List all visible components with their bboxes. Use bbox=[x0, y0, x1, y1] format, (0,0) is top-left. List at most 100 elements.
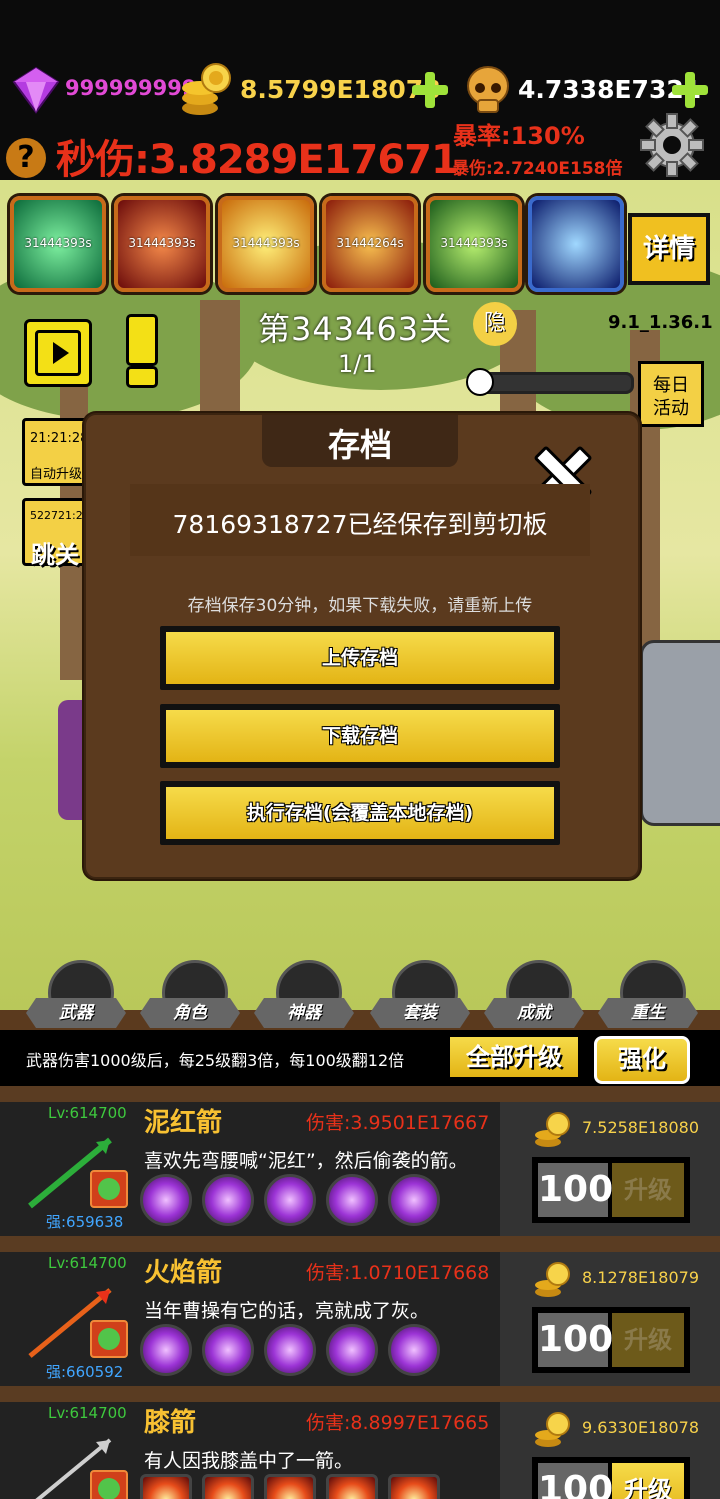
weapon-name: 火焰箭 bbox=[144, 1258, 223, 1288]
daily-label-2: 活动 bbox=[653, 398, 689, 419]
execute-save-button[interactable]: 执行存档(会覆盖本地存档) bbox=[160, 781, 560, 845]
gold-coin-icon bbox=[535, 1112, 570, 1147]
help-button[interactable]: ? bbox=[6, 138, 46, 178]
upgrade-quantity-button[interactable]: 100 bbox=[538, 1313, 613, 1367]
yin-yang-orb-icon[interactable] bbox=[388, 1324, 440, 1376]
weapon-strength: 强:660592 bbox=[46, 1363, 124, 1381]
download-save-label: 下载存档 bbox=[166, 710, 554, 762]
alert-exclamation-icon[interactable] bbox=[124, 314, 158, 388]
add-skull-button[interactable] bbox=[670, 70, 710, 110]
skip-stage-panel[interactable]: 522721:21 跳关 bbox=[22, 498, 92, 569]
hide-button[interactable]: 隐 bbox=[473, 302, 517, 346]
weapon-row: Lv:614700 强:659638 泥红箭 伤害:3.9501E17667 喜… bbox=[0, 1102, 720, 1236]
skill-slot-1[interactable]: 31444393s bbox=[10, 196, 106, 292]
daily-event-button[interactable]: 每日 活动 bbox=[638, 361, 704, 427]
crit-rate: 暴率:130% bbox=[453, 122, 585, 150]
weapon-description: 有人因我膝盖中了一箭。 bbox=[144, 1450, 354, 1472]
weapon-damage: 伤害:3.9501E17667 bbox=[306, 1112, 490, 1134]
hp-skull-icon bbox=[466, 368, 494, 396]
upgrade-button[interactable]: 升级 bbox=[612, 1463, 684, 1499]
skull-currency-icon bbox=[467, 66, 509, 113]
auto-upgrade-timer: 21:21:28 bbox=[30, 431, 89, 446]
weapon-row: Lv:614700 强:660592 火焰箭 伤害:1.0710E17668 当… bbox=[0, 1252, 720, 1386]
gem-socket-icon[interactable] bbox=[90, 1470, 128, 1499]
gem-socket-icon[interactable] bbox=[90, 1320, 128, 1358]
skill-slot-clock[interactable] bbox=[528, 196, 624, 292]
weapon-damage: 伤害:1.0710E17668 bbox=[306, 1262, 490, 1284]
yin-yang-orb-icon[interactable] bbox=[202, 1324, 254, 1376]
yin-yang-orb-icon[interactable] bbox=[264, 1174, 316, 1226]
play-icon bbox=[35, 330, 81, 376]
upgrade-panel: 8.1278E18079 100 升级 bbox=[500, 1252, 720, 1386]
skill-slot-4[interactable]: 31444264s bbox=[322, 196, 418, 292]
tab-sets[interactable]: 套装 bbox=[370, 960, 470, 1032]
upgrade-controls: 100 升级 bbox=[532, 1307, 690, 1373]
upgrade-quantity-button[interactable]: 100 bbox=[538, 1163, 613, 1217]
upgrade-cost: 7.5258E18080 bbox=[582, 1118, 699, 1137]
enhance-button[interactable]: 强化 bbox=[594, 1036, 690, 1084]
weapon-level: Lv:614700 bbox=[48, 1254, 127, 1272]
tab-achievements[interactable]: 成就 bbox=[484, 960, 584, 1032]
gold-coin-icon bbox=[535, 1412, 570, 1447]
execute-save-label: 执行存档(会覆盖本地存档) bbox=[166, 787, 554, 839]
upgrade-button[interactable]: 升级 bbox=[612, 1163, 684, 1217]
weapon-description: 当年曹操有它的话，亮就成了灰。 bbox=[144, 1300, 430, 1322]
auto-upgrade-label: 自动升级 bbox=[30, 467, 83, 482]
weapon-description: 喜欢先弯腰喊“泥红”，然后偷袭的箭。 bbox=[144, 1150, 468, 1172]
tab-weapons[interactable]: 武器 bbox=[26, 960, 126, 1032]
upgrade-all-button[interactable]: 全部升级 bbox=[450, 1037, 578, 1077]
row-separator bbox=[0, 1086, 720, 1102]
gem-socket-icon[interactable] bbox=[90, 1170, 128, 1208]
upgrade-quantity-button[interactable]: 100 bbox=[538, 1463, 613, 1499]
yin-yang-orb-icon[interactable] bbox=[326, 1324, 378, 1376]
skip-stage-label: 跳关 bbox=[31, 541, 79, 569]
row-separator bbox=[0, 1236, 720, 1252]
upload-save-label: 上传存档 bbox=[166, 632, 554, 684]
fire-orb-icon[interactable] bbox=[264, 1474, 316, 1499]
crit-damage: 暴伤:2.7240E158倍 bbox=[452, 159, 623, 179]
yin-yang-orb-icon[interactable] bbox=[140, 1174, 192, 1226]
yin-yang-orb-icon[interactable] bbox=[388, 1174, 440, 1226]
upgrade-panel: 9.6330E18078 100 升级 bbox=[500, 1402, 720, 1499]
fire-orb-icon[interactable] bbox=[202, 1474, 254, 1499]
gold-coin-icon bbox=[535, 1262, 570, 1297]
weapon-strength: 强:659638 bbox=[46, 1213, 124, 1231]
upgrade-cost: 9.6330E18078 bbox=[582, 1418, 699, 1437]
upgrade-panel: 7.5258E18080 100 升级 bbox=[500, 1102, 720, 1236]
yin-yang-orb-icon[interactable] bbox=[326, 1174, 378, 1226]
tab-characters[interactable]: 角色 bbox=[140, 960, 240, 1032]
weapon-damage-info: 武器伤害1000级后，每25级翻3倍，每100级翻12倍 bbox=[26, 1051, 405, 1070]
weapon-damage: 伤害:8.8997E17665 bbox=[306, 1412, 490, 1434]
settings-gear-icon[interactable] bbox=[637, 110, 707, 180]
skill-slot-5[interactable]: 31444393s bbox=[426, 196, 522, 292]
yin-yang-orb-icon[interactable] bbox=[140, 1324, 192, 1376]
enemy-hp-bar bbox=[476, 372, 634, 394]
play-button[interactable] bbox=[24, 319, 92, 387]
auto-upgrade-panel[interactable]: 21:21:28 自动升级 bbox=[22, 418, 92, 486]
fire-orb-icon[interactable] bbox=[388, 1474, 440, 1499]
download-save-button[interactable]: 下载存档 bbox=[160, 704, 560, 768]
upgrade-button[interactable]: 升级 bbox=[612, 1313, 684, 1367]
wave-counter: 1/1 bbox=[338, 350, 377, 378]
fire-orb-icon[interactable] bbox=[140, 1474, 192, 1499]
upload-save-button[interactable]: 上传存档 bbox=[160, 626, 560, 690]
upgrade-cost: 8.1278E18079 bbox=[582, 1268, 699, 1287]
yin-yang-orb-icon[interactable] bbox=[202, 1174, 254, 1226]
gem-count: 999999999 bbox=[65, 76, 197, 100]
weapon-level: Lv:614700 bbox=[48, 1104, 127, 1122]
dialog-title: 存档 bbox=[327, 426, 392, 464]
weapon-row: Lv:614700 膝箭 伤害:8.8997E17665 有人因我膝盖中了一箭。… bbox=[0, 1402, 720, 1499]
upgrade-controls: 100 升级 bbox=[532, 1457, 690, 1499]
add-gold-button[interactable] bbox=[410, 70, 450, 110]
tab-artifacts[interactable]: 神器 bbox=[254, 960, 354, 1032]
detail-button[interactable]: 详情 bbox=[628, 213, 710, 285]
weapon-name: 泥红箭 bbox=[144, 1108, 223, 1138]
tab-rebirth[interactable]: 重生 bbox=[598, 960, 698, 1032]
weapon-level: Lv:614700 bbox=[48, 1404, 127, 1422]
skill-slot-2[interactable]: 31444393s bbox=[114, 196, 210, 292]
skill-slot-3[interactable]: 31444393s bbox=[218, 196, 314, 292]
enemy-knight bbox=[640, 640, 720, 826]
weapon-name: 膝箭 bbox=[144, 1408, 197, 1438]
fire-orb-icon[interactable] bbox=[326, 1474, 378, 1499]
yin-yang-orb-icon[interactable] bbox=[264, 1324, 316, 1376]
